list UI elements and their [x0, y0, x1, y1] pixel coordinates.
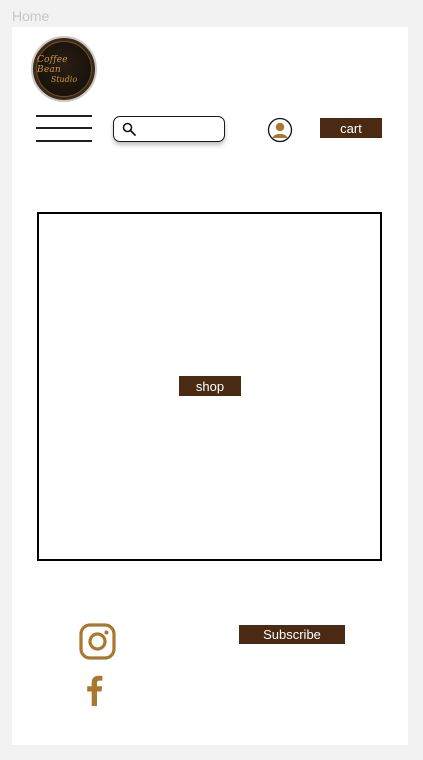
facebook-link[interactable]: [84, 674, 104, 711]
user-icon: [267, 117, 293, 143]
instagram-link[interactable]: [79, 623, 116, 665]
account-button[interactable]: [267, 117, 293, 143]
instagram-icon: [79, 623, 116, 660]
search-input[interactable]: [140, 120, 222, 139]
search-icon: [122, 122, 136, 136]
logo-text-line1: Coffee Bean: [37, 54, 68, 75]
facebook-icon: [87, 675, 103, 706]
frame-title: Home: [12, 8, 50, 24]
hamburger-line: [36, 140, 92, 142]
subscribe-button[interactable]: Subscribe: [239, 625, 345, 644]
hamburger-icon[interactable]: [36, 113, 92, 143]
shop-button[interactable]: shop: [179, 376, 241, 396]
search-box[interactable]: [113, 116, 225, 142]
hamburger-line: [36, 127, 92, 129]
logo-text-line2: Studio: [50, 74, 78, 84]
logo-badge: Coffee Bean Studio: [36, 41, 92, 97]
hamburger-line: [36, 115, 92, 117]
cart-button[interactable]: cart: [320, 118, 382, 138]
brand-logo[interactable]: Coffee Bean Studio: [31, 36, 97, 102]
